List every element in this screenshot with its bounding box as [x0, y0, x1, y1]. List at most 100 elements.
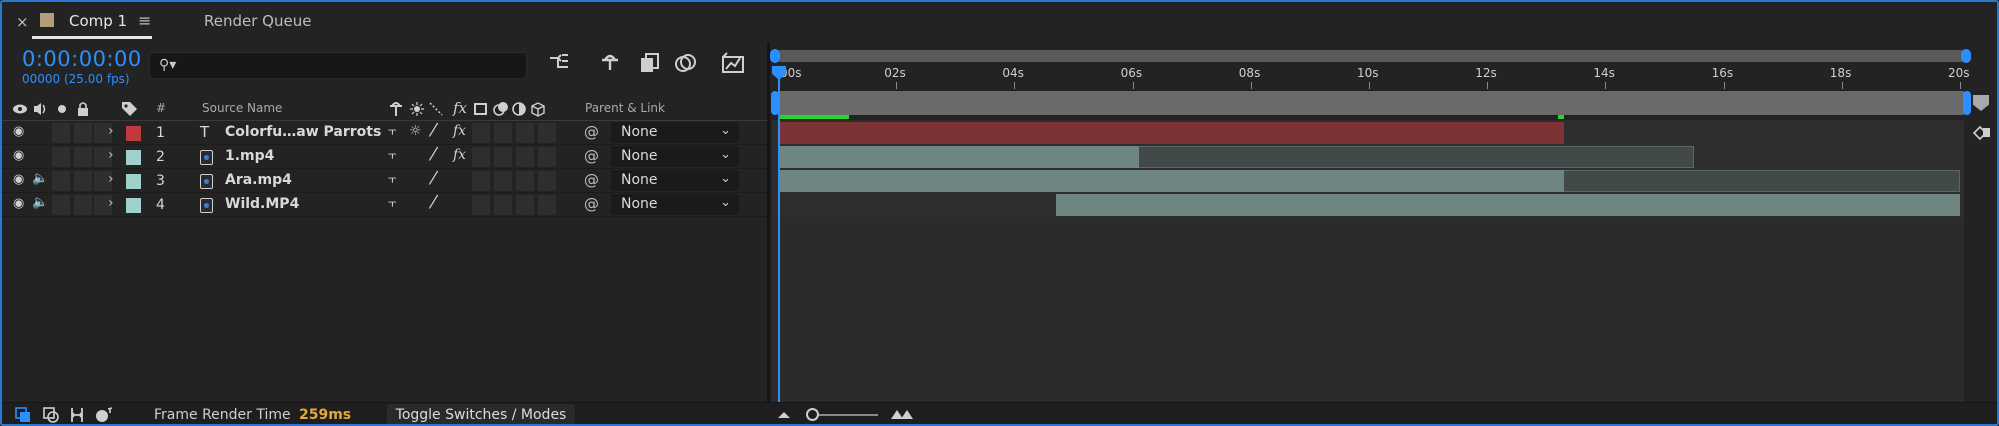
- mode-switch-cell[interactable]: [472, 171, 490, 191]
- parent-dropdown[interactable]: None ⌄: [611, 122, 739, 143]
- label-color-swatch[interactable]: [126, 150, 141, 165]
- tab-render-queue[interactable]: Render Queue: [204, 12, 311, 30]
- pick-whip-icon[interactable]: @: [584, 171, 599, 189]
- label-color-swatch[interactable]: [126, 126, 141, 141]
- switch-cell[interactable]: [52, 171, 70, 191]
- mode-switch-cell[interactable]: [494, 147, 512, 167]
- parent-dropdown[interactable]: None ⌄: [611, 194, 739, 215]
- eye-icon[interactable]: ◉: [13, 148, 24, 163]
- frame-blending-icon[interactable]: [638, 52, 662, 74]
- parent-dropdown[interactable]: None ⌄: [611, 146, 739, 167]
- quality-switch-icon[interactable]: ⁄: [432, 144, 435, 165]
- shy-switch-icon[interactable]: ⫟: [388, 147, 396, 163]
- work-area-bar[interactable]: [775, 91, 1967, 115]
- quality-switch-icon[interactable]: ⁄: [432, 192, 435, 213]
- zoom-in-icon[interactable]: [890, 408, 916, 420]
- eye-icon[interactable]: ◉: [13, 124, 24, 139]
- draft-3d-icon[interactable]: [598, 52, 622, 74]
- layer-name[interactable]: 1.mp4: [225, 148, 274, 164]
- shy-switch-icon[interactable]: ⫟: [388, 123, 396, 139]
- layer-duration-bar[interactable]: [778, 146, 1139, 168]
- mode-switch-cell[interactable]: [516, 195, 534, 215]
- layer-duration-bar[interactable]: [778, 122, 1565, 144]
- work-area-end-handle[interactable]: [1963, 91, 1971, 115]
- comp-button-icon[interactable]: [1972, 123, 1992, 141]
- twirl-chevron-icon[interactable]: ›: [108, 171, 114, 187]
- zoom-out-icon[interactable]: [777, 409, 791, 419]
- switch-cell[interactable]: [52, 123, 70, 143]
- speaker-icon[interactable]: 🔈: [32, 171, 48, 186]
- comp-marker-bin-icon[interactable]: [1973, 95, 1989, 111]
- shy-switch-icon[interactable]: ⫟: [388, 195, 396, 211]
- pick-whip-icon[interactable]: @: [584, 123, 599, 141]
- time-navigator-start-handle[interactable]: [770, 49, 780, 63]
- effects-switch-icon[interactable]: fx: [453, 147, 466, 163]
- label-color-swatch[interactable]: [126, 174, 141, 189]
- mode-switch-cell[interactable]: [472, 147, 490, 167]
- mode-switch-cell[interactable]: [516, 147, 534, 167]
- mode-switch-cell[interactable]: [538, 147, 556, 167]
- render-time-pane-icon[interactable]: [94, 406, 114, 424]
- mode-switch-cell[interactable]: [516, 123, 534, 143]
- eye-icon[interactable]: ◉: [13, 196, 24, 211]
- layer-row[interactable]: ◉ 🔈 › 3 Ara.mp4 ⫟ ⁄ @ None ⌄: [2, 168, 767, 193]
- in-out-pane-icon[interactable]: [68, 406, 86, 424]
- layer-duration-bar[interactable]: [1055, 194, 1960, 216]
- layer-name[interactable]: Ara.mp4: [225, 172, 292, 188]
- composition-mini-flowchart-icon[interactable]: [548, 52, 572, 74]
- switch-cell[interactable]: [52, 147, 70, 167]
- current-time-indicator[interactable]: [778, 66, 780, 402]
- pick-whip-icon[interactable]: @: [584, 195, 599, 213]
- label-color-swatch[interactable]: [126, 198, 141, 213]
- panel-menu-icon[interactable]: ≡: [138, 11, 151, 30]
- mode-switch-cell[interactable]: [516, 171, 534, 191]
- mode-switch-cell[interactable]: [494, 195, 512, 215]
- speaker-icon[interactable]: 🔈: [32, 195, 48, 210]
- column-parent-link[interactable]: Parent & Link: [585, 96, 665, 120]
- layer-row[interactable]: ◉ › 1 T Colorfu…aw Parrots ⫟ ☼ ⁄ fx @ None ⌄: [2, 120, 767, 145]
- switch-cell[interactable]: [74, 123, 92, 143]
- switch-cell[interactable]: [74, 171, 92, 191]
- mode-switch-cell[interactable]: [494, 171, 512, 191]
- layer-name[interactable]: Wild.MP4: [225, 196, 299, 212]
- twirl-chevron-icon[interactable]: ›: [108, 147, 114, 163]
- switch-cell[interactable]: [52, 195, 70, 215]
- switch-cell[interactable]: [74, 195, 92, 215]
- parent-dropdown[interactable]: None ⌄: [611, 170, 739, 191]
- layer-switches-pane-icon[interactable]: [14, 406, 32, 424]
- current-time-display[interactable]: 0:00:00:00: [22, 47, 142, 71]
- close-tab-icon[interactable]: ×: [16, 13, 29, 31]
- switch-cell[interactable]: [74, 147, 92, 167]
- layer-row[interactable]: ◉ 🔈 › 4 Wild.MP4 ⫟ ⁄ @ None ⌄: [2, 192, 767, 217]
- mode-switch-cell[interactable]: [538, 123, 556, 143]
- layer-name[interactable]: Colorfu…aw Parrots: [225, 124, 381, 140]
- collapse-switch-icon[interactable]: ☼: [409, 123, 422, 139]
- twirl-chevron-icon[interactable]: ›: [108, 123, 114, 139]
- transfer-controls-pane-icon[interactable]: [42, 406, 60, 424]
- panel-divider[interactable]: [767, 42, 770, 402]
- mode-switch-cell[interactable]: [538, 195, 556, 215]
- twirl-chevron-icon[interactable]: ›: [108, 195, 114, 211]
- zoom-slider-track[interactable]: [810, 414, 878, 416]
- layer-row[interactable]: ◉ › 2 1.mp4 ⫟ ⁄ fx @ None ⌄: [2, 144, 767, 169]
- mode-switch-cell[interactable]: [472, 195, 490, 215]
- layer-duration-bar[interactable]: [778, 170, 1565, 192]
- time-navigator-bar[interactable]: [775, 50, 1967, 62]
- effects-switch-icon[interactable]: fx: [453, 123, 466, 139]
- column-source-name[interactable]: Source Name: [202, 96, 282, 120]
- motion-blur-icon[interactable]: [674, 52, 698, 74]
- time-navigator-end-handle[interactable]: [1961, 49, 1971, 63]
- quality-switch-icon[interactable]: ⁄: [432, 168, 435, 189]
- shy-switch-icon[interactable]: ⫟: [388, 171, 396, 187]
- tab-comp-1[interactable]: Comp 1: [69, 12, 127, 30]
- layer-search-input[interactable]: ⚲▾: [149, 52, 527, 79]
- eye-icon[interactable]: ◉: [13, 172, 24, 187]
- mode-switch-cell[interactable]: [494, 123, 512, 143]
- pick-whip-icon[interactable]: @: [584, 147, 599, 165]
- toggle-switches-modes-button[interactable]: Toggle Switches / Modes: [387, 404, 575, 424]
- zoom-slider-knob[interactable]: [806, 408, 819, 421]
- graph-editor-icon[interactable]: [720, 52, 746, 74]
- mode-switch-cell[interactable]: [538, 171, 556, 191]
- quality-switch-icon[interactable]: ⁄: [432, 120, 435, 141]
- time-ruler[interactable]: 00s 02s 04s 06s 08s 10s 12s 14s 16s 18s 20s: [772, 64, 1970, 89]
